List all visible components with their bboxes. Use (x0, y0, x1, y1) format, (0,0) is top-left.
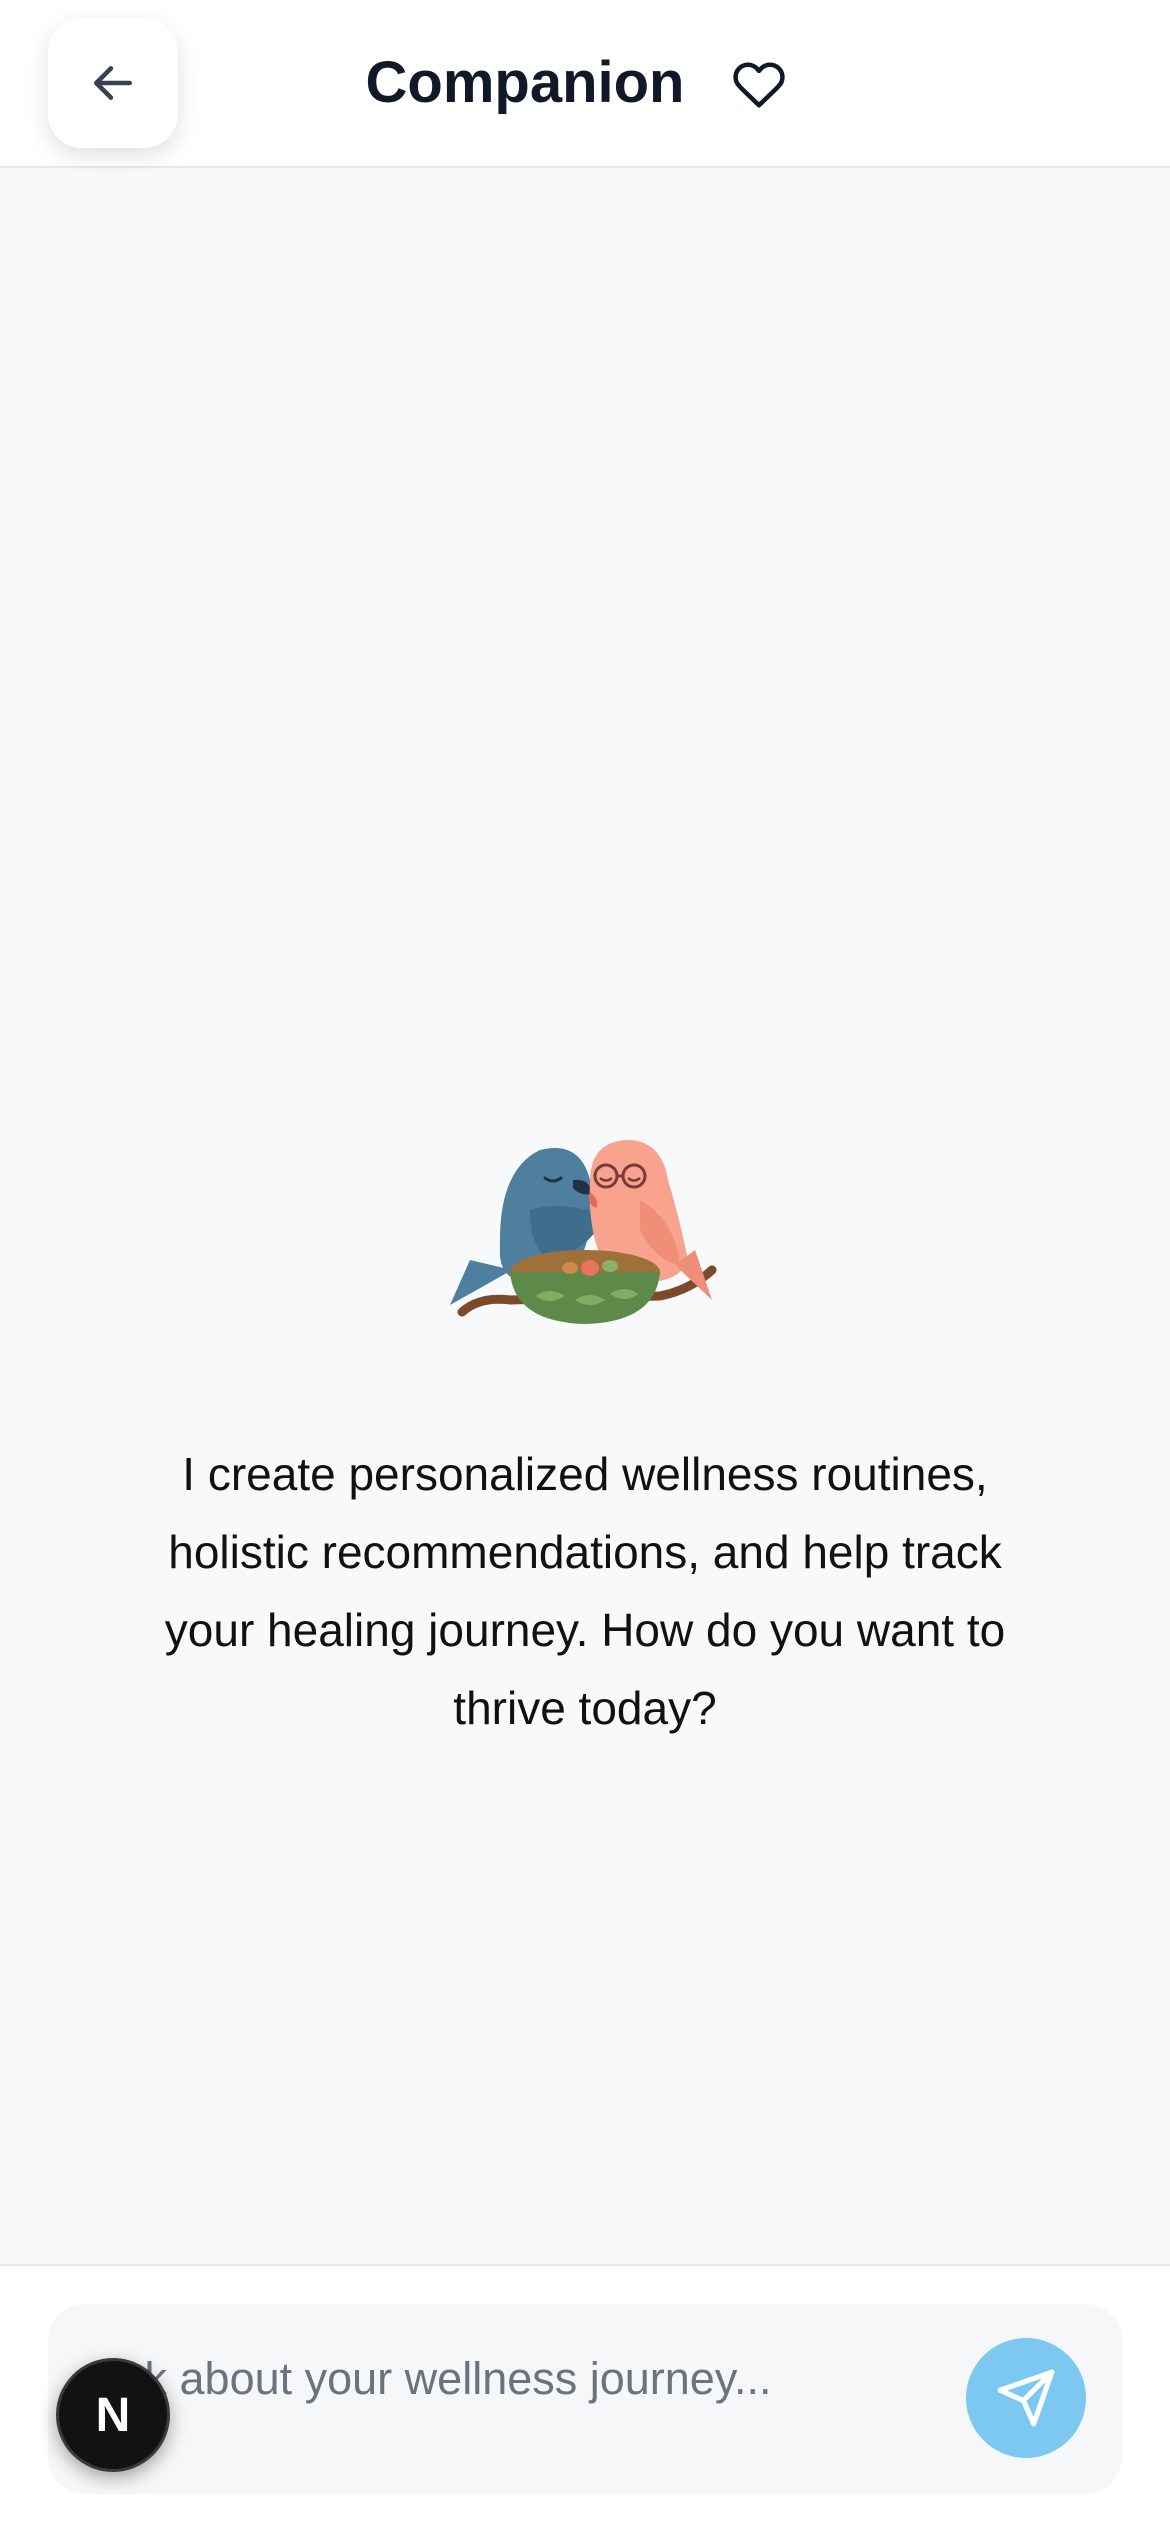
page-title: Companion (365, 50, 685, 115)
n-badge-label: N (95, 2388, 131, 2442)
message-input-container[interactable] (48, 2304, 1122, 2494)
assistant-intro-message: I create personalized wellness routines,… (164, 1448, 1006, 1734)
lovebirds-illustration (450, 1140, 717, 1324)
heart-icon[interactable] (732, 58, 786, 112)
send-icon (997, 2369, 1055, 2427)
message-input[interactable] (92, 2344, 972, 2414)
send-button[interactable] (966, 2338, 1086, 2458)
top-app-bar: Companion (0, 0, 1170, 168)
n-badge-button[interactable]: N (56, 2358, 170, 2472)
